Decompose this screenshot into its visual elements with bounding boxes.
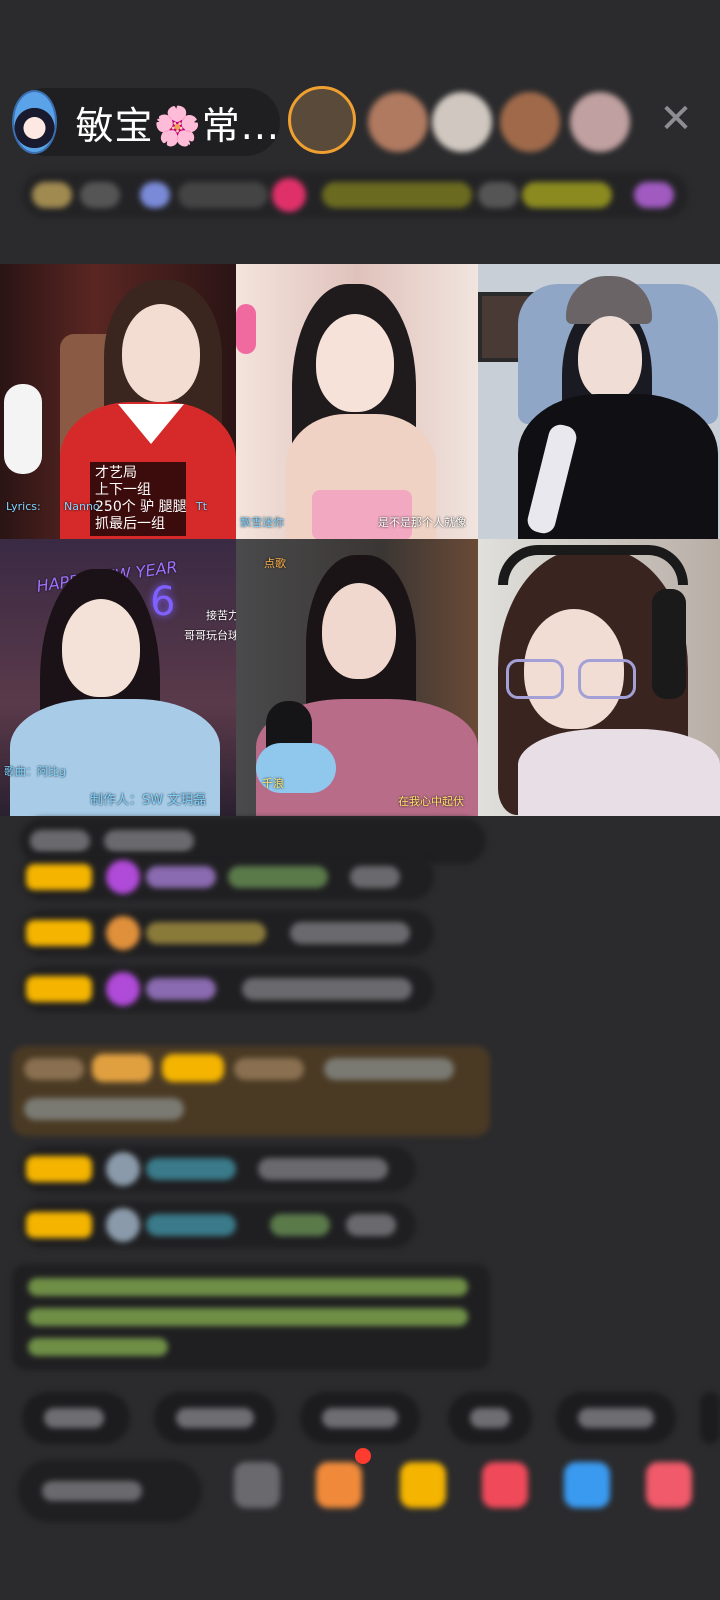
quick-reply-chip[interactable] (300, 1392, 420, 1444)
gift-bag-icon[interactable] (400, 1462, 446, 1508)
chat-text (242, 978, 412, 1000)
chat-user (270, 1214, 330, 1236)
host-name: 敏宝🌸常... (75, 103, 280, 148)
note-line: 抓最后一组 (95, 516, 165, 532)
quick-reply-chip[interactable] (154, 1392, 276, 1444)
level-badge (26, 920, 92, 946)
guest-video-tile[interactable]: 点歌 千浪 在我心中起伏 (236, 539, 478, 816)
chat-text (104, 830, 194, 852)
fan-badge-icon (106, 916, 140, 950)
lyric-caption: 制作人：SW 文玥磊 (90, 793, 207, 808)
rank-title (322, 182, 472, 208)
rank-icon (140, 182, 170, 208)
quick-reply-chip[interactable] (22, 1392, 130, 1444)
rank-tag-2 (522, 182, 612, 208)
lyric-caption: Lyrics: (6, 500, 41, 513)
host-info-pill[interactable]: 敏宝🌸常... (12, 88, 280, 156)
overlay-label: 哥哥玩台球 (184, 629, 236, 642)
chat-user (146, 978, 216, 1000)
guest-video-tile[interactable]: 才艺局 上下一组 250个 驴 腿腿 抓最后一组 Lyrics: Nanno T… (0, 264, 236, 539)
gem-icon (106, 860, 140, 894)
rank-tag (478, 182, 518, 208)
lyric-caption: Nanno (64, 500, 100, 513)
quick-reply-chip[interactable] (700, 1392, 720, 1444)
chat-user (146, 866, 216, 888)
share-icon[interactable] (564, 1462, 610, 1508)
rank-bar[interactable] (22, 172, 688, 218)
multi-guest-video-grid: 才艺局 上下一组 250个 驴 腿腿 抓最后一组 Lyrics: Nanno T… (0, 264, 720, 816)
gift-user (234, 1058, 304, 1080)
chat-user (228, 866, 328, 888)
gift-badge (162, 1054, 224, 1082)
chat-text (350, 866, 400, 888)
avatar (106, 1208, 140, 1242)
lyric-caption: Tt (196, 500, 208, 513)
rank-hot (272, 178, 306, 212)
gift-icon[interactable] (646, 1462, 692, 1508)
viewer-avatar[interactable] (368, 92, 428, 152)
gift-badge (92, 1054, 152, 1082)
chat-user (146, 1158, 236, 1180)
avatar (106, 1152, 140, 1186)
level-badge (26, 976, 92, 1002)
overlay-label: 点歌 (264, 557, 286, 570)
rank-text (178, 182, 268, 208)
rank-badge (32, 182, 72, 208)
guest-video-tile[interactable] (478, 264, 720, 539)
rank-gift (634, 182, 674, 208)
lyric-caption: 飘雪迷你 (240, 516, 284, 529)
chat-message[interactable] (20, 910, 434, 956)
chat-text (258, 1158, 388, 1180)
level-badge (26, 1212, 92, 1238)
notice-line (28, 1278, 468, 1296)
quick-reply-chip[interactable] (448, 1392, 532, 1444)
red-packet-icon[interactable] (482, 1462, 528, 1508)
note-line: 才艺局 (95, 465, 137, 481)
chat-message[interactable] (20, 966, 434, 1012)
neon-sign-number: 6 (150, 579, 176, 625)
gift-text (324, 1058, 454, 1080)
guest-video-tile[interactable]: 飘雪迷你 是不是那个人就像 (236, 264, 478, 539)
viewer-avatar[interactable] (570, 92, 630, 152)
notification-dot (355, 1448, 371, 1464)
chat-user (30, 830, 90, 852)
chat-user (146, 1214, 236, 1236)
close-icon[interactable]: ✕ (658, 99, 694, 139)
rank-label (80, 182, 120, 208)
comment-input[interactable] (18, 1460, 202, 1522)
lyric-caption: 是不是那个人就像 (378, 516, 466, 529)
overlay-label: 接苦力 (206, 609, 236, 622)
level-badge (26, 1156, 92, 1182)
viewer-avatar[interactable] (500, 92, 560, 152)
chat-text (346, 1214, 396, 1236)
gift-message-card[interactable] (12, 1046, 490, 1136)
gift-text (24, 1098, 184, 1120)
talent-note-box: 才艺局 上下一组 250个 驴 腿腿 抓最后一组 (90, 462, 187, 536)
lyric-caption: 歌曲：阿比g (4, 765, 66, 778)
note-line: 上下一组 (95, 482, 151, 498)
emoji-icon[interactable] (234, 1462, 280, 1508)
chat-message[interactable] (20, 854, 434, 900)
chat-message[interactable] (20, 1202, 416, 1248)
chat-text (290, 922, 410, 944)
viewer-avatar[interactable] (288, 86, 356, 154)
viewer-avatar[interactable] (432, 92, 492, 152)
gift-user (24, 1058, 84, 1080)
note-line: 250个 驴 腿腿 (95, 499, 187, 515)
notice-line (28, 1308, 468, 1326)
gem-icon (106, 972, 140, 1006)
guest-video-tile[interactable]: HAPPY NEW YEAR 6 接苦力 哥哥玩台球 歌曲：阿比g 制作人：SW… (0, 539, 236, 816)
chat-user (146, 922, 266, 944)
game-icon[interactable] (316, 1462, 362, 1508)
lyric-caption: 在我心中起伏 (398, 795, 464, 808)
lyric-caption: 千浪 (262, 777, 284, 790)
level-badge (26, 864, 92, 890)
notice-line (28, 1338, 168, 1356)
chat-message[interactable] (20, 1146, 416, 1192)
system-notice (12, 1264, 490, 1370)
quick-reply-chip[interactable] (556, 1392, 676, 1444)
host-avatar[interactable] (12, 90, 58, 154)
guest-video-tile[interactable] (478, 539, 720, 816)
